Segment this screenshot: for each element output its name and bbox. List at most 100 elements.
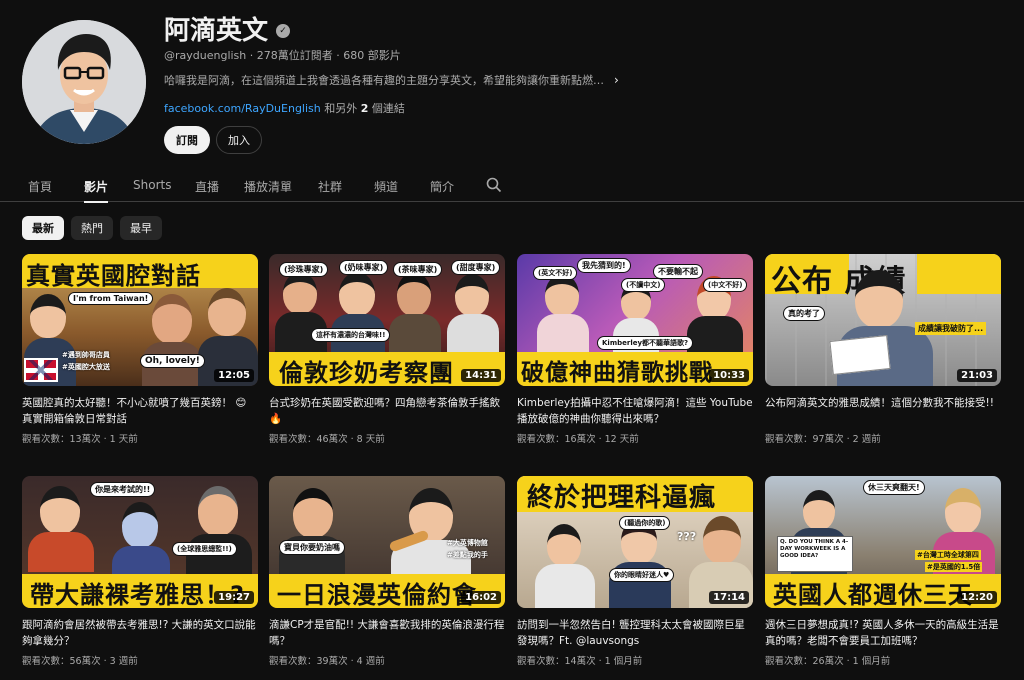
video-duration: 19:27 <box>214 591 254 604</box>
thumbnail-bubble: 寶貝你要奶油嗎 <box>279 540 345 555</box>
video-thumbnail[interactable]: 我先猜到的! 不要輸不起 (英文不好) (不讀中文) (中文不好) Kimber… <box>517 254 753 386</box>
video-age: 1 個月前 <box>604 656 643 667</box>
video-age: 12 天前 <box>604 434 639 445</box>
filter-popular-chip[interactable]: 熱門 <box>71 216 113 240</box>
video-thumbnail[interactable]: 終於把理科逼瘋 (聽過你的歌) 你的眼睛好迷人♥ ??? 17:14 <box>517 476 753 608</box>
video-duration: 14:31 <box>461 369 501 382</box>
tab-about[interactable]: 簡介 <box>430 168 454 202</box>
video-title[interactable]: 滴謙CP才是官配!! 大謙會喜歡我排的英倫浪漫行程嗎？ <box>269 617 505 649</box>
thumbnail-bubble: Oh, lovely! <box>140 354 205 368</box>
video-meta: 觀看次數：39萬次 · 4 週前 <box>269 656 385 667</box>
links-suffix-post[interactable]: 個連結 <box>368 102 405 115</box>
video-duration: 12:05 <box>214 369 254 382</box>
video-meta: 觀看次數：46萬次 · 8 天前 <box>269 434 385 445</box>
video-thumbnail[interactable]: 寶貝你要奶油嗎 #大英博物館 #差點我的手 一日浪漫英倫約會 16:02 <box>269 476 505 608</box>
video-card[interactable]: 真實英國腔對話 I'm from Taiwan! Oh, lovely! #遇到… <box>22 254 258 445</box>
thumbnail-bubble: 你的眼睛好迷人♥ <box>609 568 675 582</box>
video-age: 1 天前 <box>109 434 138 445</box>
thumbnail-tag: #英國腔大放送 <box>62 363 110 371</box>
video-title[interactable]: Kimberley拍攝中忍不住嗆爆阿滴！這些 YouTube播放破億的神曲你聽得… <box>517 395 753 427</box>
tab-community[interactable]: 社群 <box>318 168 342 202</box>
video-card[interactable]: 我先猜到的! 不要輸不起 (英文不好) (不讀中文) (中文不好) Kimber… <box>517 254 753 445</box>
video-views: 觀看次數：46萬次 <box>269 434 348 445</box>
video-views: 觀看次數：13萬次 <box>22 434 101 445</box>
video-duration: 16:02 <box>461 591 501 604</box>
video-views: 觀看次數：16萬次 <box>517 434 596 445</box>
video-meta: 觀看次數：13萬次 · 1 天前 <box>22 434 138 445</box>
thumbnail-tag: #台灣工時全球第四 <box>915 550 981 560</box>
thumbnail-title: 英國人都週休三天 <box>773 581 973 608</box>
tab-home[interactable]: 首頁 <box>28 168 52 202</box>
channel-name-row: 阿滴英文 ✓ <box>164 10 291 47</box>
thumbnail-bubble: (英文不好) <box>533 266 578 280</box>
channel-avatar[interactable] <box>22 20 146 144</box>
thumbnail-bubble: (中文不好) <box>703 278 748 292</box>
thumbnail-bubble: 真的考了 <box>783 306 825 321</box>
video-age: 2 週前 <box>852 434 881 445</box>
video-card[interactable]: Q. DO YOU THINK A 4-DAY WORKWEEK IS A GO… <box>765 476 1001 667</box>
thumbnail-bubble: I'm from Taiwan! <box>68 292 154 305</box>
channel-links: facebook.com/RayDuEnglish 和另外 2 個連結 <box>164 100 405 116</box>
video-views: 觀看次數：26萬次 <box>765 656 844 667</box>
video-thumbnail[interactable]: 真實英國腔對話 I'm from Taiwan! Oh, lovely! #遇到… <box>22 254 258 386</box>
video-views: 觀看次數：39萬次 <box>269 656 348 667</box>
thumbnail-tag: ??? <box>677 530 697 543</box>
video-title[interactable]: 英國腔真的太好聽！不小心就噴了幾百英鎊！ 😊 真實開箱倫敦日常對話 <box>22 395 258 427</box>
thumbnail-title: 帶大謙裸考雅思！? <box>30 581 245 608</box>
search-icon[interactable] <box>486 177 502 193</box>
thumbnail-bubble: (珍珠專家) <box>279 262 329 277</box>
filter-latest-chip[interactable]: 最新 <box>22 216 64 240</box>
video-meta: 觀看次數：97萬次 · 2 週前 <box>765 434 881 445</box>
video-views: 觀看次數：14萬次 <box>517 656 596 667</box>
thumbnail-bubble: (奶味專家) <box>339 260 389 275</box>
thumbnail-title: 終於把理科逼瘋 <box>527 483 717 513</box>
tab-videos[interactable]: 影片 <box>84 168 109 203</box>
video-card[interactable]: 公布 成績 真的考了 成績讓我破防了... 21:03 公布阿滴英文的雅思成績！… <box>765 254 1001 445</box>
video-thumbnail[interactable]: Q. DO YOU THINK A 4-DAY WORKWEEK IS A GO… <box>765 476 1001 608</box>
thumbnail-bubble: (聽過你的歌) <box>619 516 671 530</box>
thumbnail-bubble: 休三天爽翻天! <box>863 480 925 495</box>
video-card[interactable]: (珍珠專家) (奶味專家) (茶味專家) (甜度專家) 這杯有濃濃的台灣味!! … <box>269 254 505 445</box>
tab-live[interactable]: 直播 <box>195 168 219 202</box>
thumbnail-title: 破億神曲猜歌挑戰 <box>521 360 713 386</box>
youtube-channel-page: 阿滴英文 ✓ @rayduenglish · 278萬位訂閱者 · 680 部影… <box>0 0 1024 680</box>
video-duration: 17:14 <box>709 591 749 604</box>
video-age: 8 天前 <box>356 434 385 445</box>
channel-description[interactable]: 哈囉我是阿滴，在這個頻道上我會透過各種有趣的主題分享英文，希望能夠讓你重新點燃對… <box>164 72 634 88</box>
video-title[interactable]: 台式珍奶在英國受歡迎嗎？四角戀考茶倫敦手搖飲🔥 <box>269 395 505 427</box>
video-thumbnail[interactable]: 你是來考試的!! (全球雅思總監!!) 帶大謙裸考雅思！? 19:27 <box>22 476 258 608</box>
video-meta: 觀看次數：16萬次 · 12 天前 <box>517 434 639 445</box>
facebook-link[interactable]: facebook.com/RayDuEnglish <box>164 102 321 115</box>
video-age: 3 週前 <box>109 656 138 667</box>
chevron-right-icon[interactable]: › <box>614 73 619 87</box>
video-card[interactable]: 寶貝你要奶油嗎 #大英博物館 #差點我的手 一日浪漫英倫約會 16:02 滴謙C… <box>269 476 505 667</box>
thumbnail-bubble: (茶味專家) <box>393 262 443 277</box>
video-title[interactable]: 公布阿滴英文的雅思成績！這個分數我不能接受!! <box>765 395 1001 427</box>
thumbnail-tag: #大英博物館 <box>447 539 488 547</box>
tab-shorts[interactable]: Shorts <box>133 168 171 202</box>
channel-meta: @rayduenglish · 278萬位訂閱者 · 680 部影片 <box>164 49 401 62</box>
video-duration: 21:03 <box>957 369 997 382</box>
thumbnail-bubble: (全球雅思總監!!) <box>172 542 237 556</box>
video-thumbnail[interactable]: (珍珠專家) (奶味專家) (茶味專家) (甜度專家) 這杯有濃濃的台灣味!! … <box>269 254 505 386</box>
thumbnail-bubble: Kimberley都不聽華語歌? <box>597 336 694 350</box>
channel-description-text: 哈囉我是阿滴，在這個頻道上我會透過各種有趣的主題分享英文，希望能夠讓你重新點燃對… <box>164 74 604 87</box>
tab-channels[interactable]: 頻道 <box>374 168 398 202</box>
thumbnail-tag: #差點我的手 <box>447 551 488 559</box>
video-title[interactable]: 跟阿滴約會居然被帶去考雅思!? 大謙的英文口說能夠拿幾分？ <box>22 617 258 649</box>
thumbnail-bubble: 這杯有濃濃的台灣味!! <box>311 328 391 342</box>
video-title[interactable]: 訪問到一半忽然告白! 聾控理科太太會被國際巨星發現嗎？Ft. @lauvsong… <box>517 617 753 649</box>
thumbnail-bubble: 不要輸不起 <box>653 264 703 279</box>
thumbnail-bubble: (不讀中文) <box>621 278 666 292</box>
tab-playlists[interactable]: 播放清單 <box>244 168 292 202</box>
video-title[interactable]: 週休三日夢想成真!? 英國人多休一天的高級生活是真的嗎？老闆不會要員工加班嗎？ <box>765 617 1001 649</box>
subscribe-button[interactable]: 訂閱 <box>164 126 210 154</box>
thumbnail-sign: Q. DO YOU THINK A 4-DAY WORKWEEK IS A GO… <box>777 536 853 572</box>
video-duration: 10:33 <box>709 369 749 382</box>
video-card[interactable]: 你是來考試的!! (全球雅思總監!!) 帶大謙裸考雅思！? 19:27 跟阿滴約… <box>22 476 258 667</box>
channel-tabs: 首頁 影片 Shorts 直播 播放清單 社群 頻道 簡介 <box>0 168 1024 203</box>
video-card[interactable]: 終於把理科逼瘋 (聽過你的歌) 你的眼睛好迷人♥ ??? 17:14 訪問到一半… <box>517 476 753 667</box>
video-thumbnail[interactable]: 公布 成績 真的考了 成績讓我破防了... 21:03 <box>765 254 1001 386</box>
join-button[interactable]: 加入 <box>216 126 262 154</box>
filter-oldest-chip[interactable]: 最早 <box>120 216 162 240</box>
